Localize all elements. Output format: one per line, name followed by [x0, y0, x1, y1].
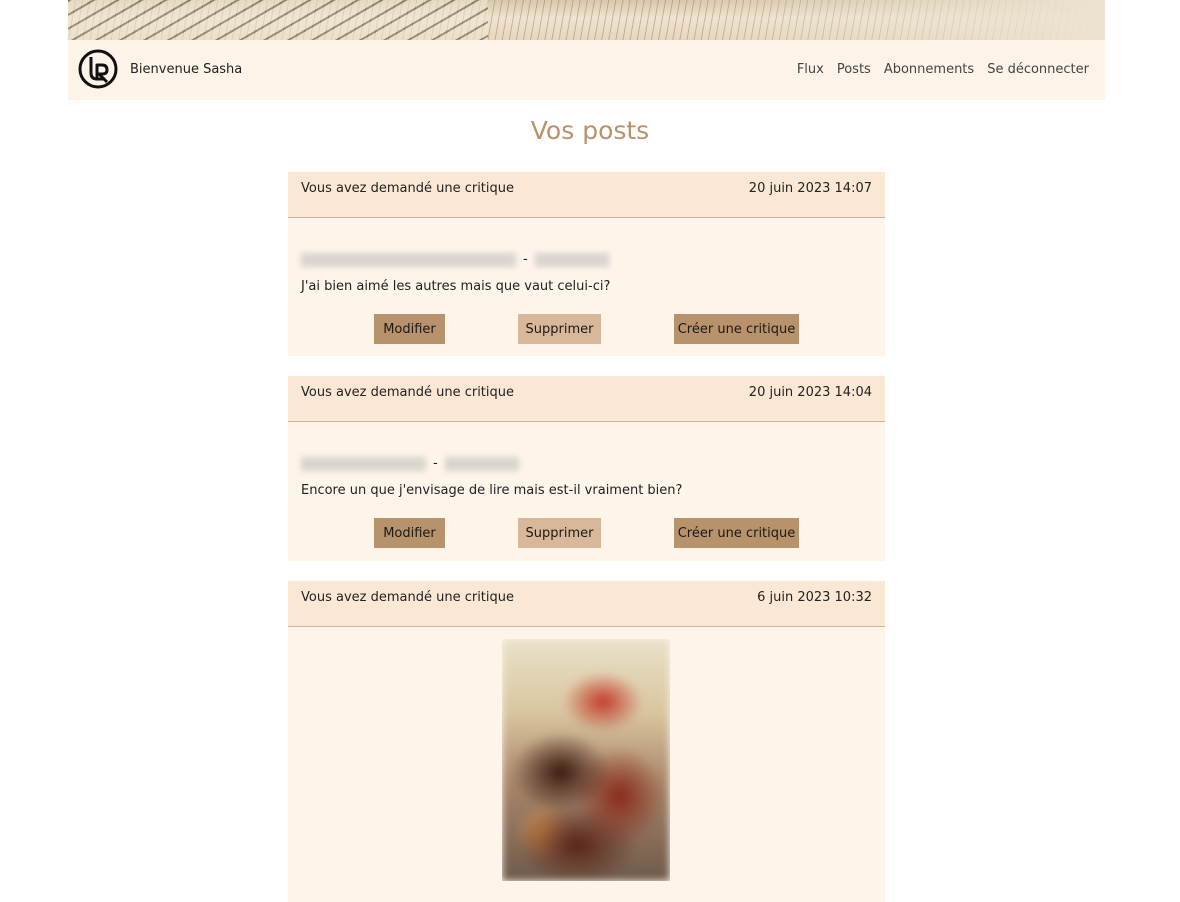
post-date: 6 juin 2023 10:32 [757, 590, 872, 605]
delete-button[interactable]: Supprimer [518, 314, 601, 344]
book-author-blurred [444, 456, 519, 471]
nav-link-posts[interactable]: Posts [837, 62, 871, 77]
nav-link-logout[interactable]: Se déconnecter [987, 62, 1089, 77]
header-banner-image [68, 0, 1105, 40]
edit-button[interactable]: Modifier [374, 518, 445, 548]
post-date: 20 juin 2023 14:04 [748, 385, 872, 400]
delete-button[interactable]: Supprimer [518, 518, 601, 548]
book-author-blurred [534, 252, 609, 267]
post-date: 20 juin 2023 14:07 [748, 181, 872, 196]
book-title-blurred [301, 252, 516, 267]
logo-icon[interactable] [78, 49, 118, 89]
title-author-separator: - [523, 252, 528, 267]
title-author-separator: - [433, 456, 438, 471]
book-cover-art [502, 639, 670, 881]
post-card: Vous avez demandé une critique 20 juin 2… [288, 376, 885, 561]
edit-button[interactable]: Modifier [374, 314, 445, 344]
page-title: Vos posts [530, 116, 650, 145]
post-actions: Modifier Supprimer Créer une critique [288, 518, 885, 548]
book-title-blurred [301, 456, 426, 471]
post-actions: Modifier Supprimer Créer une critique [288, 314, 885, 344]
post-header: Vous avez demandé une critique 6 juin 20… [288, 581, 885, 627]
nav-link-flux[interactable]: Flux [797, 62, 824, 77]
create-review-button[interactable]: Créer une critique [674, 314, 799, 344]
create-review-button[interactable]: Créer une critique [674, 518, 799, 548]
ticket-title-line: - [301, 252, 609, 267]
post-header: Vous avez demandé une critique 20 juin 2… [288, 376, 885, 422]
post-label: Vous avez demandé une critique [301, 590, 515, 605]
welcome-text: Bienvenue Sasha [130, 62, 243, 77]
ticket-title-line: - [301, 456, 519, 471]
nav-link-abonnements[interactable]: Abonnements [884, 62, 974, 77]
page: Bienvenue Sasha Flux Posts Abonnements S… [0, 0, 1180, 902]
post-description: Encore un que j'envisage de lire mais es… [301, 483, 683, 498]
post-label: Vous avez demandé une critique [301, 385, 515, 400]
post-card: Vous avez demandé une critique 6 juin 20… [288, 581, 885, 902]
post-label: Vous avez demandé une critique [301, 181, 515, 196]
post-header: Vous avez demandé une critique 20 juin 2… [288, 172, 885, 218]
navbar: Bienvenue Sasha Flux Posts Abonnements S… [68, 40, 1105, 100]
book-cover-image [502, 639, 670, 881]
nav-menu: Flux Posts Abonnements Se déconnecter [797, 62, 1089, 77]
post-card: Vous avez demandé une critique 20 juin 2… [288, 172, 885, 356]
post-description: J'ai bien aimé les autres mais que vaut … [301, 279, 611, 294]
